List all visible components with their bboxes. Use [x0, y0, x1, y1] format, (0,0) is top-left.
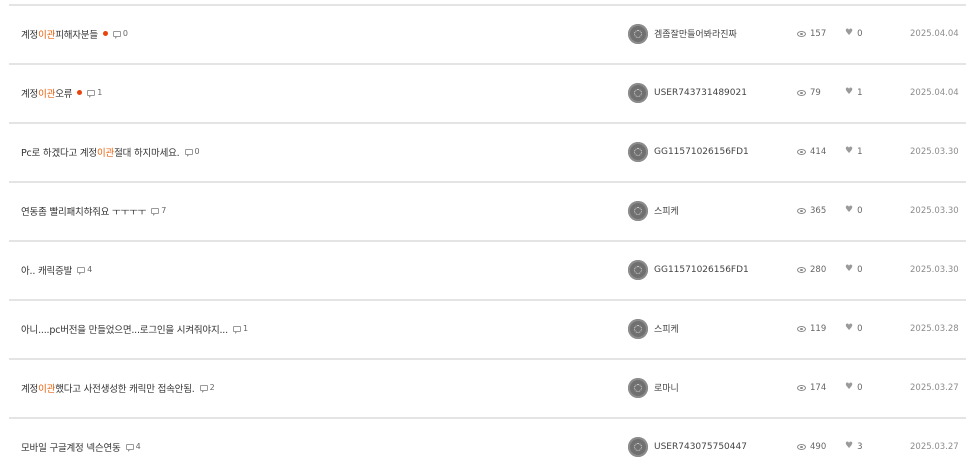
- comment-icon: [232, 325, 241, 334]
- new-indicator-dot: [102, 31, 108, 36]
- like-count: ♥ 1: [845, 87, 863, 98]
- like-count: ♥ 1: [845, 146, 863, 157]
- heart-icon: ♥: [845, 323, 854, 333]
- post-date: 2025.03.30: [910, 205, 959, 216]
- post-date: 2025.04.04: [910, 87, 959, 98]
- post-title[interactable]: 아니....pc버전을 만들었으면...로그인을 시켜줘야지... 1: [21, 301, 248, 356]
- post-title[interactable]: 아.. 캐릭증발 4: [21, 242, 92, 297]
- comment-count: 0: [112, 29, 128, 39]
- author[interactable]: USER743075750447: [628, 419, 747, 474]
- avatar: [628, 318, 648, 339]
- avatar: [628, 141, 648, 162]
- comment-icon: [112, 30, 121, 39]
- like-count: ♥ 0: [845, 382, 863, 393]
- heart-icon: ♥: [845, 205, 854, 215]
- comment-icon: [125, 443, 134, 452]
- comment-icon: [199, 384, 208, 393]
- eye-icon: [797, 443, 806, 450]
- new-indicator-dot: [77, 90, 83, 95]
- eye-icon: [797, 266, 806, 273]
- post-title[interactable]: 계정 이관 피해자분들 0: [21, 6, 128, 61]
- list-item[interactable]: 계정 이관 했다고 사전생성한 캐릭만 접속안됨. 2 로마니 174 ♥ 0 202…: [9, 358, 966, 415]
- author[interactable]: 스피케: [628, 301, 679, 356]
- post-title[interactable]: 계정 이관 오류 1: [21, 65, 102, 120]
- comment-count: 1: [87, 88, 102, 98]
- post-title[interactable]: 모바일 구글계정 넥슨연동 4: [21, 419, 141, 474]
- list-item[interactable]: 연동좀 빨리패치햐줘요 ㅜㅜㅜㅜ 7 스피케 365 ♥ 0 2025.03.30: [9, 181, 966, 238]
- list-item[interactable]: 계정 이관 피해자분들 0 겜좀잘만들어봐라진짜 157 ♥ 0 2025.04.0…: [9, 4, 966, 61]
- heart-icon: ♥: [845, 382, 854, 392]
- post-date: 2025.03.30: [910, 146, 959, 157]
- author[interactable]: USER743731489021: [628, 65, 747, 120]
- comment-icon: [77, 266, 86, 275]
- comment-count: 7: [151, 206, 166, 216]
- eye-icon: [797, 30, 806, 37]
- heart-icon: ♥: [845, 441, 854, 451]
- view-count: 490: [797, 419, 826, 474]
- author[interactable]: GG11571026156FD1: [628, 124, 749, 179]
- post-date: 2025.03.27: [910, 441, 959, 452]
- like-count: ♥ 3: [845, 441, 863, 452]
- list-item[interactable]: 계정 이관 오류 1 USER743731489021 79 ♥ 1 2025.04.…: [9, 63, 966, 120]
- comment-icon: [184, 148, 193, 157]
- eye-icon: [797, 148, 806, 155]
- avatar: [628, 82, 648, 103]
- comment-icon: [87, 89, 96, 98]
- post-date: 2025.04.04: [910, 28, 959, 39]
- heart-icon: ♥: [845, 146, 854, 156]
- author[interactable]: 스피케: [628, 183, 679, 238]
- avatar: [628, 259, 648, 280]
- like-count: ♥ 0: [845, 323, 863, 334]
- avatar: [628, 436, 648, 457]
- post-title[interactable]: 계정 이관 했다고 사전생성한 캐릭만 접속안됨. 2: [21, 360, 215, 415]
- post-title[interactable]: 연동좀 빨리패치햐줘요 ㅜㅜㅜㅜ 7: [21, 183, 166, 238]
- list-item[interactable]: 아.. 캐릭증발 4 GG11571026156FD1 280 ♥ 0 2025.…: [9, 240, 966, 297]
- eye-icon: [797, 89, 806, 96]
- heart-icon: ♥: [845, 28, 854, 38]
- comment-count: 4: [125, 442, 141, 452]
- comment-count: 2: [199, 383, 215, 393]
- like-count: ♥ 0: [845, 264, 863, 275]
- list-item[interactable]: Pc로 하겠다고 계정 이관 절대 하지마세요. 0 GG11571026156F…: [9, 122, 966, 179]
- eye-icon: [797, 207, 806, 214]
- post-date: 2025.03.28: [910, 323, 959, 334]
- post-date: 2025.03.30: [910, 264, 959, 275]
- avatar: [628, 377, 648, 398]
- comment-count: 0: [184, 147, 200, 157]
- view-count: 157: [797, 6, 826, 61]
- heart-icon: ♥: [845, 264, 854, 274]
- author[interactable]: GG11571026156FD1: [628, 242, 749, 297]
- list-item[interactable]: 모바일 구글계정 넥슨연동 4 USER743075750447 490 ♥ 3 …: [9, 417, 966, 474]
- post-title[interactable]: Pc로 하겠다고 계정 이관 절대 하지마세요. 0: [21, 124, 200, 179]
- eye-icon: [797, 384, 806, 391]
- view-count: 280: [797, 242, 826, 297]
- post-list: 계정 이관 피해자분들 0 겜좀잘만들어봐라진짜 157 ♥ 0 2025.04.0…: [0, 0, 966, 459]
- post-date: 2025.03.27: [910, 382, 959, 393]
- avatar: [628, 23, 648, 44]
- list-item[interactable]: 아니....pc버전을 만들었으면...로그인을 시켜줘야지... 1 스피케 …: [9, 299, 966, 356]
- comment-count: 4: [77, 265, 92, 275]
- view-count: 365: [797, 183, 826, 238]
- like-count: ♥ 0: [845, 205, 863, 216]
- author[interactable]: 로마니: [628, 360, 679, 415]
- view-count: 119: [797, 301, 826, 356]
- comment-icon: [151, 207, 160, 216]
- view-count: 174: [797, 360, 826, 415]
- view-count: 79: [797, 65, 821, 120]
- comment-count: 1: [232, 324, 248, 334]
- author[interactable]: 겜좀잘만들어봐라진짜: [628, 6, 737, 61]
- eye-icon: [797, 325, 806, 332]
- avatar: [628, 200, 648, 221]
- heart-icon: ♥: [845, 87, 854, 97]
- view-count: 414: [797, 124, 826, 179]
- like-count: ♥ 0: [845, 28, 863, 39]
